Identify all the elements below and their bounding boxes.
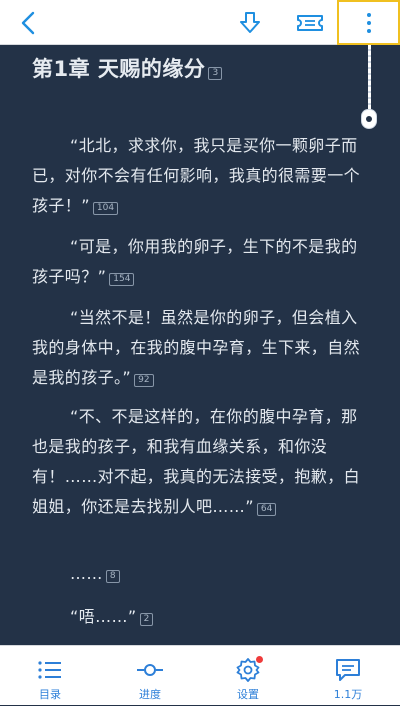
paragraph: “当然不是！虽然是你的卵子，但会植入我的身体中，在我的腹中孕育，生下来，自然是我…: [32, 303, 372, 393]
ticket-button[interactable]: [288, 0, 332, 45]
nav-settings-button[interactable]: 设置: [198, 646, 298, 706]
nav-comments-label: 1.1万: [333, 688, 363, 701]
back-button[interactable]: [6, 0, 50, 45]
back-arrow-icon: [21, 11, 35, 34]
list-icon: [38, 661, 61, 679]
download-button[interactable]: [228, 0, 272, 45]
bottom-nav: 目录 进度 设置 1.1万: [0, 645, 400, 705]
paragraph: “唔……” 2: [32, 602, 372, 632]
brightness-pull-cord: [368, 45, 371, 113]
paragraph-text: “当然不是！虽然是你的卵子，但会植入我的身体中，在我的腹中孕育，生下来，自然是我…: [32, 308, 361, 387]
paragraph-comment-badge[interactable]: 92: [134, 374, 154, 387]
paragraph: “可是，你用我的卵子，生下的不是我的孩子吗？” 154: [32, 232, 372, 292]
paragraph-text: “北北，求求你，我只是买你一颗卵子而已，对你不会有任何影响，我真的很需要一个孩子…: [32, 136, 361, 215]
paragraph-text: “可是，你用我的卵子，生下的不是我的孩子吗？”: [32, 237, 358, 286]
chapter-title: 第1章 天赐的缘分 3: [32, 53, 223, 83]
comment-icon: [336, 659, 360, 681]
chapter-title-text: 第1章 天赐的缘分: [32, 57, 206, 81]
paragraph-comment-badge[interactable]: 64: [256, 503, 277, 516]
ticket-icon: [297, 14, 323, 31]
progress-slider-icon: [137, 664, 163, 676]
download-icon: [240, 11, 260, 33]
brightness-pull-handle[interactable]: [361, 109, 377, 129]
paragraph-comment-badge[interactable]: 104: [92, 202, 119, 215]
nav-progress-button[interactable]: 进度: [100, 646, 200, 706]
settings-notification-dot: [256, 656, 263, 663]
paragraph: …… 8: [32, 559, 372, 589]
paragraph-text: “不、不是这样的，在你的腹中孕育，那也是我的孩子，和我有血缘关系，和你没有！………: [32, 407, 361, 516]
paragraph-comment-badge[interactable]: 2: [139, 613, 154, 626]
paragraph: “不、不是这样的，在你的腹中孕育，那也是我的孩子，和我有血缘关系，和你没有！………: [32, 402, 372, 522]
nav-catalog-button[interactable]: 目录: [0, 646, 100, 706]
nav-progress-label: 进度: [139, 688, 161, 701]
paragraph-text: “唔……”: [70, 607, 137, 626]
top-toolbar: [0, 0, 400, 45]
nav-catalog-label: 目录: [39, 688, 61, 701]
more-vertical-icon: [366, 12, 371, 33]
nav-comments-button[interactable]: 1.1万: [298, 646, 398, 706]
paragraph-comment-badge[interactable]: 154: [109, 273, 135, 286]
paragraph-comment-badge[interactable]: 8: [105, 570, 120, 583]
more-options-button[interactable]: [337, 0, 400, 45]
nav-settings-label: 设置: [237, 688, 259, 701]
paragraph-text: ……: [70, 564, 103, 583]
chapter-comment-badge[interactable]: 3: [208, 67, 223, 80]
paragraph: “北北，求求你，我只是买你一颗卵子而已，对你不会有任何影响，我真的很需要一个孩子…: [32, 131, 372, 221]
